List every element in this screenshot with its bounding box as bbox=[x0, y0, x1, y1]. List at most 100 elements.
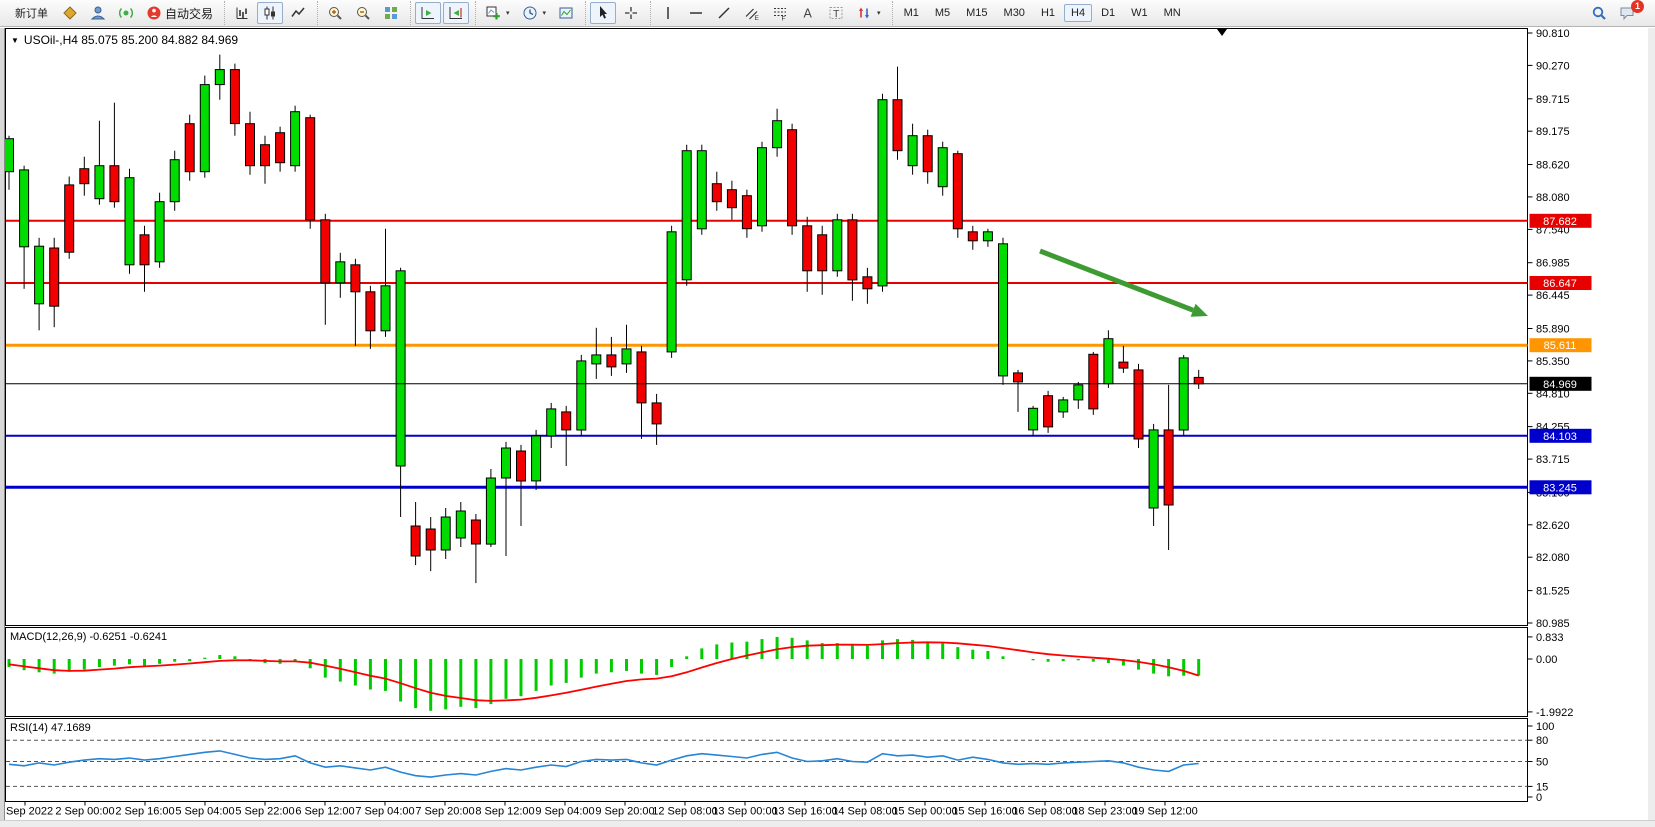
horizontal-line-button[interactable] bbox=[683, 2, 709, 24]
window-left-edge bbox=[0, 28, 5, 820]
zoom-in-button[interactable] bbox=[322, 2, 348, 24]
trendline-button[interactable] bbox=[711, 2, 737, 24]
candle bbox=[291, 112, 300, 166]
candle bbox=[110, 166, 119, 202]
svg-text:81.525: 81.525 bbox=[1536, 586, 1570, 598]
toolbar-group bbox=[585, 1, 648, 25]
candle bbox=[1119, 362, 1128, 368]
time-axis: 1 Sep 20222 Sep 00:002 Sep 16:005 Sep 04… bbox=[0, 802, 1198, 818]
svg-text:18 Sep 23:00: 18 Sep 23:00 bbox=[1072, 806, 1137, 818]
new-order-button[interactable]: 新订单 bbox=[8, 2, 55, 24]
svg-text:86.647: 86.647 bbox=[1543, 278, 1577, 290]
search-icon bbox=[1591, 5, 1607, 21]
tile-windows-button[interactable] bbox=[378, 2, 404, 24]
svg-text:T: T bbox=[833, 8, 840, 20]
dropdown-arrow-icon[interactable]: ▾ bbox=[506, 9, 510, 17]
market-button[interactable] bbox=[57, 2, 83, 24]
dropdown-arrow-icon[interactable]: ▾ bbox=[543, 9, 547, 17]
community-button[interactable] bbox=[85, 2, 111, 24]
text-button[interactable]: A bbox=[795, 2, 821, 24]
tf-w1-button[interactable]: W1 bbox=[1124, 4, 1155, 22]
chart-canvas[interactable]: 90.81090.27089.71589.17588.62088.08087.5… bbox=[0, 0, 1655, 826]
window-right-edge bbox=[1648, 28, 1655, 826]
cursor-button[interactable] bbox=[590, 2, 616, 24]
indicators-button[interactable]: ▾ bbox=[480, 2, 515, 24]
bar-chart-icon bbox=[234, 5, 250, 21]
candle bbox=[938, 148, 947, 187]
candle bbox=[230, 70, 239, 124]
candle bbox=[502, 448, 511, 478]
fibonacci-button[interactable]: F bbox=[767, 2, 793, 24]
svg-text:89.175: 89.175 bbox=[1536, 126, 1570, 138]
tf-m5-button[interactable]: M5 bbox=[928, 4, 957, 22]
candle bbox=[923, 136, 932, 172]
new-order-button-label: 新订单 bbox=[15, 5, 48, 21]
text-label-button[interactable]: T bbox=[823, 2, 849, 24]
notifications-button[interactable]: 1 bbox=[1614, 2, 1640, 24]
svg-text:83.715: 83.715 bbox=[1536, 454, 1570, 466]
chart-shift-button[interactable] bbox=[443, 2, 469, 24]
price-badge: 87.682 bbox=[1530, 214, 1592, 228]
svg-text:19 Sep 12:00: 19 Sep 12:00 bbox=[1132, 806, 1197, 818]
candle bbox=[908, 136, 917, 166]
tf-w1-button-label: W1 bbox=[1131, 7, 1148, 19]
signals-button[interactable] bbox=[113, 2, 139, 24]
vertical-line-button[interactable] bbox=[655, 2, 681, 24]
gold-icon bbox=[62, 5, 78, 21]
crosshair-button[interactable] bbox=[618, 2, 644, 24]
autotrading-button-label: 自动交易 bbox=[165, 5, 213, 22]
collapse-icon[interactable]: ▼ bbox=[11, 36, 19, 45]
candle bbox=[140, 235, 149, 265]
candlestick-button[interactable] bbox=[257, 2, 283, 24]
tf-m30-button[interactable]: M30 bbox=[997, 4, 1032, 22]
search-button[interactable] bbox=[1586, 2, 1612, 24]
candle bbox=[381, 286, 390, 331]
svg-text:1 Sep 2022: 1 Sep 2022 bbox=[0, 806, 53, 818]
candle bbox=[276, 133, 285, 163]
candle bbox=[125, 178, 134, 265]
svg-text:7 Sep 04:00: 7 Sep 04:00 bbox=[355, 806, 414, 818]
channel-button[interactable]: E bbox=[739, 2, 765, 24]
candle bbox=[863, 277, 872, 289]
zoom-out-button[interactable] bbox=[350, 2, 376, 24]
zoom-out-icon bbox=[355, 5, 371, 21]
candle bbox=[5, 139, 14, 172]
candle bbox=[562, 412, 571, 430]
periods-button[interactable]: ▾ bbox=[517, 2, 552, 24]
candle bbox=[532, 436, 541, 481]
tf-d1-button[interactable]: D1 bbox=[1094, 4, 1122, 22]
candle bbox=[697, 151, 706, 229]
tf-m15-button[interactable]: M15 bbox=[959, 4, 994, 22]
tf-h4-button[interactable]: H4 bbox=[1064, 4, 1092, 22]
candle bbox=[441, 517, 450, 550]
auto-scroll-button[interactable] bbox=[415, 2, 441, 24]
candle bbox=[893, 100, 902, 151]
tf-m1-button[interactable]: M1 bbox=[897, 4, 926, 22]
svg-text:-1.9922: -1.9922 bbox=[1536, 707, 1573, 719]
bar-chart-button[interactable] bbox=[229, 2, 255, 24]
crosshair-icon bbox=[623, 5, 639, 21]
svg-text:2 Sep 00:00: 2 Sep 00:00 bbox=[55, 806, 114, 818]
svg-text:85.890: 85.890 bbox=[1536, 324, 1570, 336]
arrows-button[interactable]: ▾ bbox=[851, 2, 886, 24]
hline-icon bbox=[688, 5, 704, 21]
svg-text:A: A bbox=[804, 7, 813, 21]
svg-text:0.833: 0.833 bbox=[1536, 632, 1564, 644]
candle bbox=[1164, 430, 1173, 505]
cursor-icon bbox=[595, 5, 611, 21]
autotrading-button[interactable]: 自动交易 bbox=[141, 2, 218, 25]
dropdown-arrow-icon[interactable]: ▾ bbox=[877, 9, 881, 17]
svg-text:8 Sep 12:00: 8 Sep 12:00 bbox=[475, 806, 534, 818]
line-chart-button[interactable] bbox=[285, 2, 311, 24]
candle bbox=[65, 185, 74, 252]
candle bbox=[577, 361, 586, 430]
tf-mn-button[interactable]: MN bbox=[1157, 4, 1188, 22]
indicators-icon bbox=[485, 5, 501, 21]
svg-text:82.620: 82.620 bbox=[1536, 520, 1570, 532]
tf-h1-button[interactable]: H1 bbox=[1034, 4, 1062, 22]
candle bbox=[788, 130, 797, 226]
svg-text:82.080: 82.080 bbox=[1536, 552, 1570, 564]
svg-text:16 Sep 08:00: 16 Sep 08:00 bbox=[1012, 806, 1077, 818]
candle bbox=[95, 166, 104, 199]
templates-button[interactable] bbox=[553, 2, 579, 24]
